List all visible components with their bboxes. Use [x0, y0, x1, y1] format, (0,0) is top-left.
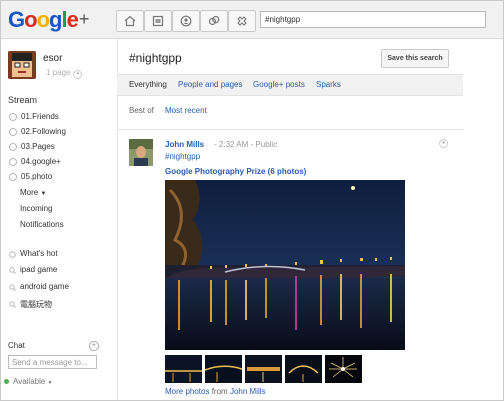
saved-search-ipad-game[interactable]: ipad game [20, 265, 57, 274]
right-gutter [463, 39, 503, 400]
user-name[interactable]: esor [43, 53, 62, 64]
from-label: from [211, 387, 228, 396]
post-visibility[interactable]: Public [255, 140, 277, 149]
main-content: #nightgpp Save this search Everything Pe… [117, 39, 463, 400]
post-author-name[interactable]: John Mills [165, 140, 204, 149]
sidebar-item-following[interactable]: 02.Following [9, 124, 66, 139]
chevron-down-icon: ▾ [73, 70, 83, 79]
search-input[interactable]: #nightgpp [260, 11, 486, 28]
tab-everything[interactable]: Everything [129, 80, 167, 89]
more-photos-line: More photos from John Mills [165, 387, 266, 396]
search-icon [9, 284, 16, 291]
status-dot-icon [4, 379, 9, 384]
tab-bar: Everything People and pages Google+ post… [117, 74, 463, 96]
search-icon [9, 301, 16, 308]
availability-label: Available [13, 377, 46, 386]
sidebar: esor 1 page ▾ Stream 01.Friends 02.Follow… [1, 39, 118, 400]
sidebar-item-label: 01.Friends [21, 112, 59, 121]
sidebar-item-googleplus[interactable]: 04.google+ [9, 154, 66, 169]
circle-icon [9, 113, 17, 121]
home-button[interactable] [116, 10, 144, 32]
saved-search-computer-toys[interactable]: 電腦玩物 [20, 299, 52, 310]
sidebar-item-label: 04.google+ [21, 157, 61, 166]
page-selector[interactable]: 1 page ▾ [46, 68, 83, 79]
chat-options-icon[interactable]: + [89, 341, 99, 351]
saved-search-android-game[interactable]: android game [20, 282, 69, 291]
availability-status[interactable]: Available ▼ [4, 377, 53, 386]
circles-icon [208, 15, 220, 26]
top-bar: Google+ #nightgpp [1, 1, 503, 39]
photos-button[interactable] [144, 10, 172, 32]
post-author-avatar[interactable] [129, 139, 153, 166]
search-icon [9, 267, 16, 274]
caret-down-icon: ▼ [47, 380, 53, 386]
sidebar-item-friends[interactable]: 01.Friends [9, 109, 66, 124]
post-meta: - 2:32 AM - Public [214, 140, 277, 149]
album-author-link[interactable]: John Mills [230, 387, 266, 396]
caret-down-icon: ▼ [40, 191, 47, 197]
app-window: Google+ #nightgpp esor 1 page ▾ Stream 0… [0, 0, 504, 401]
page-title: #nightgpp [129, 51, 182, 65]
thumbnail[interactable] [205, 355, 242, 383]
circle-icon [9, 158, 17, 166]
circles-button[interactable] [200, 10, 228, 32]
circle-icon [9, 143, 17, 151]
games-icon [237, 16, 247, 26]
thumbnail[interactable] [165, 355, 202, 383]
sidebar-item-label: 02.Following [21, 127, 66, 136]
circle-icon [9, 128, 17, 136]
more-photos-link[interactable]: More photos [165, 387, 209, 396]
post-options-icon[interactable]: ▾ [439, 139, 448, 148]
post-photo[interactable] [165, 180, 405, 350]
sidebar-item-label: 03.Pages [21, 142, 55, 151]
thumbnail[interactable] [285, 355, 322, 383]
games-button[interactable] [228, 10, 256, 32]
thumbnail[interactable] [245, 355, 282, 383]
profile-button[interactable] [172, 10, 200, 32]
profile-icon [180, 15, 192, 27]
filter-best-of[interactable]: Best of [129, 106, 154, 115]
chat-heading: Chat [8, 341, 25, 350]
google-plus-logo[interactable]: Google+ [8, 7, 89, 33]
sidebar-whats-hot[interactable]: What's hot [20, 249, 58, 258]
sidebar-item-label: 05.photo [21, 172, 53, 181]
sidebar-item-photo[interactable]: 05.photo [9, 169, 66, 184]
post-hashtag[interactable]: #nightgpp [165, 152, 200, 161]
save-search-button[interactable]: Save this search [381, 49, 449, 68]
sidebar-item-pages[interactable]: 03.Pages [9, 139, 66, 154]
filter-most-recent[interactable]: Most recent [165, 106, 207, 115]
stream-heading[interactable]: Stream [8, 95, 37, 105]
thumbnail[interactable] [325, 355, 362, 383]
photos-icon [152, 15, 164, 27]
tab-people-and-pages[interactable]: People and pages [178, 80, 243, 89]
post-dot: - [250, 140, 254, 149]
tab-sparks[interactable]: Sparks [316, 80, 341, 89]
whats-hot-icon [9, 251, 16, 258]
more-label: More [20, 188, 39, 197]
post-time[interactable]: 2:32 AM [219, 140, 248, 149]
post-dot: - [214, 140, 217, 149]
avatar[interactable] [8, 51, 36, 79]
album-title-link[interactable]: Google Photography Prize (6 photos) [165, 167, 306, 176]
sidebar-notifications[interactable]: Notifications [20, 220, 64, 229]
sidebar-incoming[interactable]: Incoming [20, 204, 52, 213]
sidebar-more[interactable]: More ▼ [20, 188, 46, 197]
stream-list: 01.Friends 02.Following 03.Pages 04.goog… [9, 109, 66, 184]
page-selector-label: 1 page [46, 68, 71, 77]
chat-input[interactable]: Send a message to... [8, 355, 97, 369]
circle-icon [9, 173, 17, 181]
divider [117, 129, 463, 130]
tab-googleplus-posts[interactable]: Google+ posts [253, 80, 305, 89]
home-icon [124, 15, 136, 27]
